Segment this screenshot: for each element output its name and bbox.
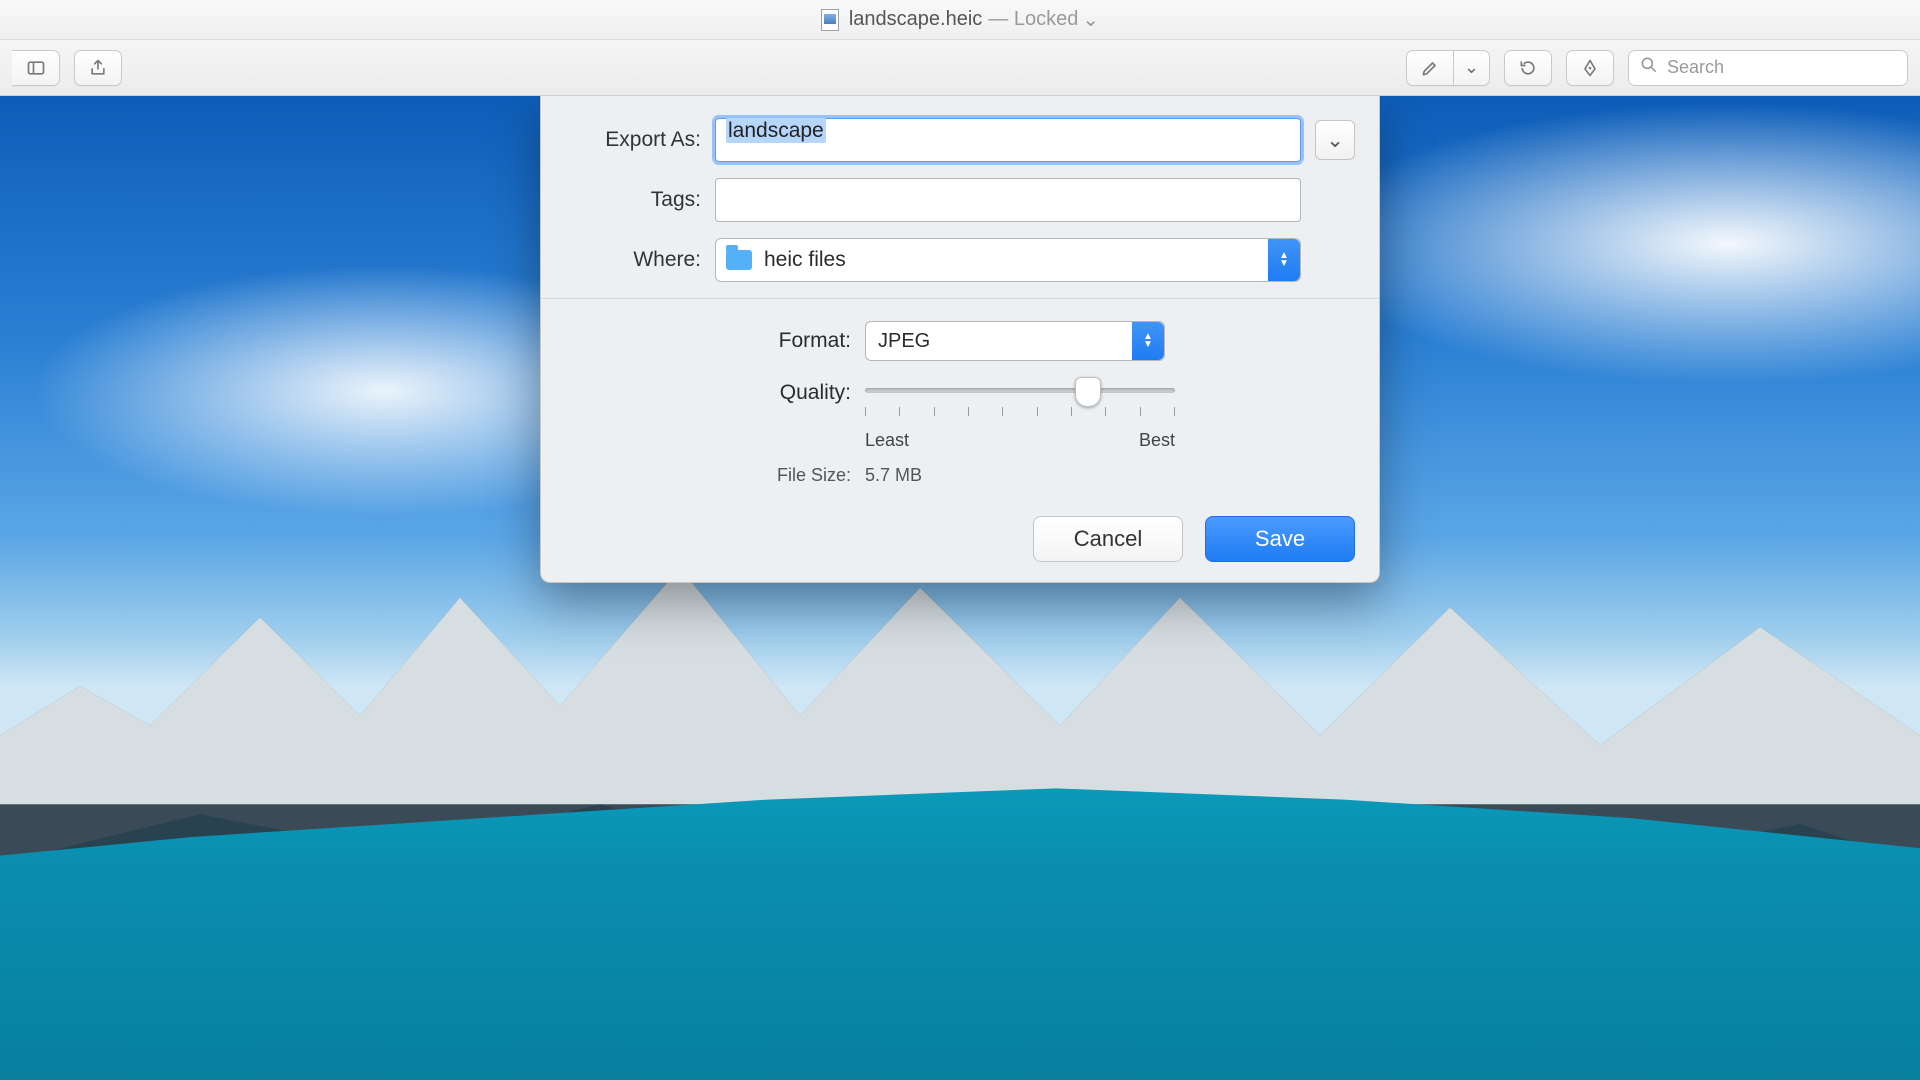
format-select[interactable]: JPEG ▲ ▼ [865,321,1165,361]
search-icon [1639,55,1659,80]
chevron-down-icon: ▼ [1143,341,1153,349]
where-label: Where: [565,248,715,272]
where-stepper[interactable]: ▲ ▼ [1268,239,1300,281]
document-icon [821,9,839,31]
folder-icon [726,250,752,270]
export-as-input[interactable]: landscape [715,118,1301,162]
window-titlebar: landscape.heic — Locked ⌄ [0,0,1920,40]
export-as-label: Export As: [565,128,715,152]
cancel-button-label: Cancel [1074,526,1142,552]
where-value: heic files [764,248,846,272]
pencil-icon [1420,58,1440,78]
rotate-button[interactable] [1504,50,1552,86]
quality-label: Quality: [565,379,865,405]
sidebar-toggle-button[interactable] [12,50,60,86]
filesize-label: File Size: [565,465,865,486]
search-field[interactable]: Search [1628,50,1908,86]
search-placeholder: Search [1667,57,1724,78]
quality-slider[interactable] [865,379,1175,401]
rotate-icon [1518,58,1538,78]
chevron-down-icon: ⌄ [1464,57,1479,78]
tags-input[interactable] [715,178,1301,222]
slider-ticks [865,407,1175,416]
filesize-value: 5.7 MB [865,465,922,486]
quality-least-label: Least [865,430,909,451]
edit-button[interactable] [1566,50,1614,86]
format-value: JPEG [878,330,930,353]
save-button[interactable]: Save [1205,516,1355,562]
chevron-down-icon: ⌄ [1326,128,1344,153]
toolbar: ⌄ Search [0,40,1920,96]
panel-icon [26,58,46,78]
document-locked-status[interactable]: — Locked [988,8,1078,31]
export-as-value: landscape [726,118,826,143]
chevron-down-icon[interactable]: ⌄ [1082,7,1099,32]
expand-save-panel-button[interactable]: ⌄ [1315,120,1355,160]
pen-tip-icon [1580,58,1600,78]
slider-thumb[interactable] [1075,377,1101,407]
share-icon [88,58,108,78]
tags-label: Tags: [565,188,715,212]
markup-button[interactable] [1406,50,1454,86]
where-select[interactable]: heic files ▲ ▼ [715,238,1301,282]
image-canvas: Export As: landscape ⌄ Tags: Where: heic… [0,96,1920,1080]
cancel-button[interactable]: Cancel [1033,516,1183,562]
share-button[interactable] [74,50,122,86]
document-filename[interactable]: landscape.heic [849,8,982,31]
format-label: Format: [565,329,865,353]
markup-button-group: ⌄ [1406,50,1490,86]
chevron-down-icon: ▼ [1279,260,1289,268]
export-dialog: Export As: landscape ⌄ Tags: Where: heic… [540,96,1380,583]
quality-best-label: Best [1139,430,1175,451]
format-stepper[interactable]: ▲ ▼ [1132,322,1164,360]
save-button-label: Save [1255,526,1305,552]
divider [541,298,1379,299]
slider-track [865,388,1175,393]
markup-dropdown-button[interactable]: ⌄ [1454,50,1490,86]
